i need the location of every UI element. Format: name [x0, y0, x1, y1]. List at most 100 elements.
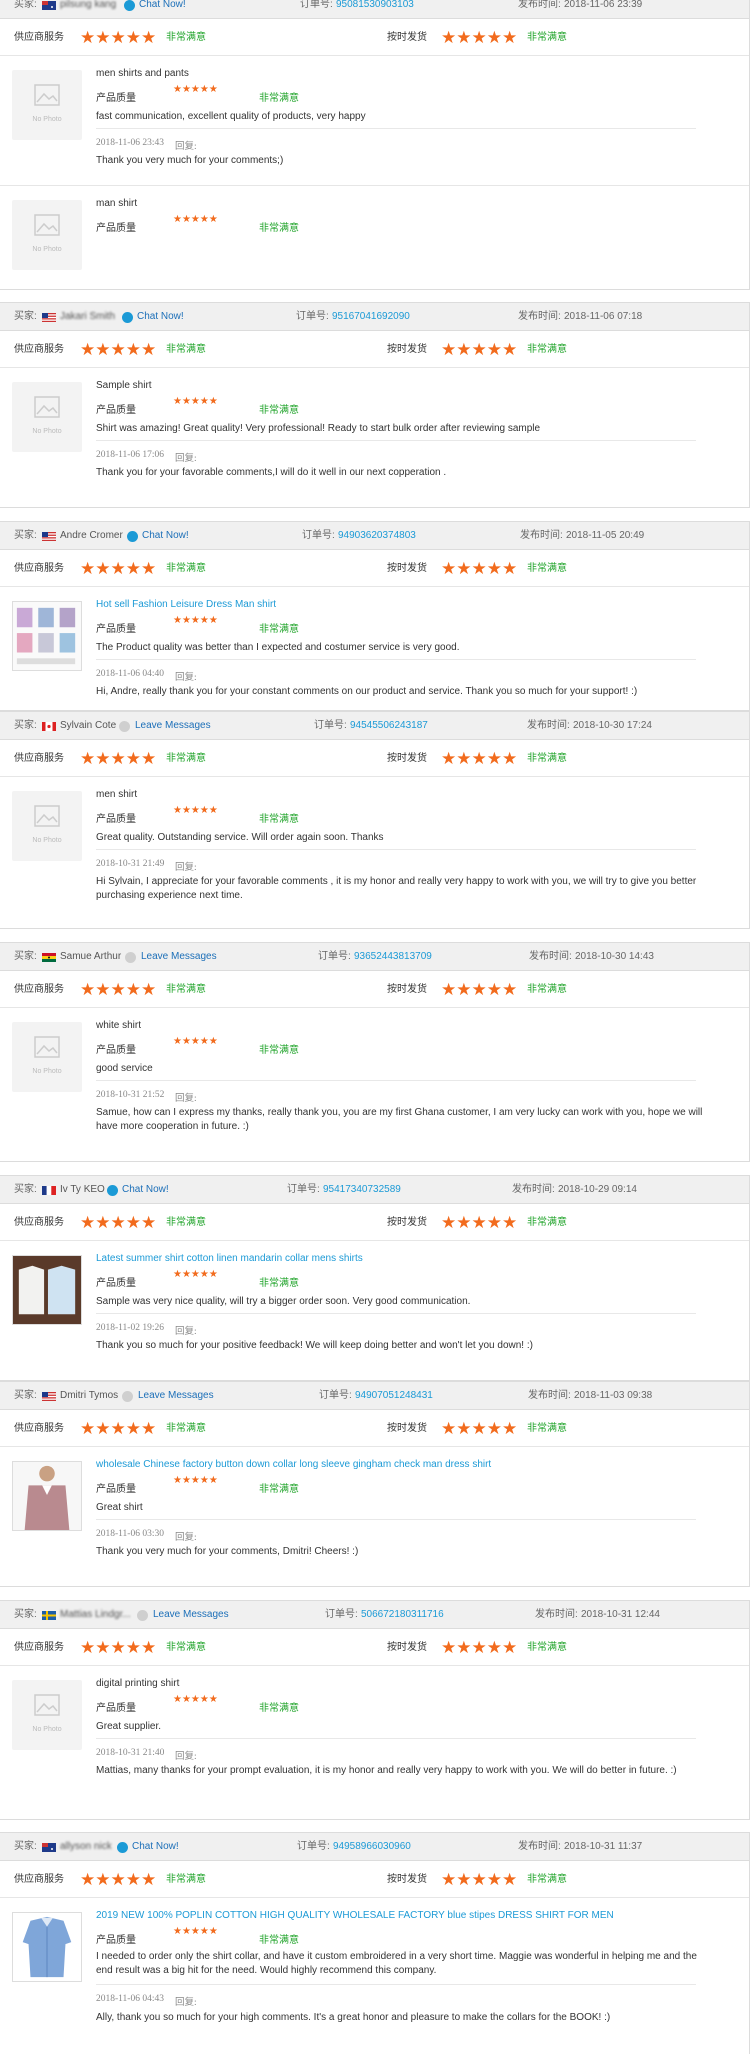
review-header: 买家: allyson nick Chat Now! 订单号: 94958966…	[0, 1833, 749, 1861]
star-rating: ★★★★★	[441, 340, 518, 359]
leave-message-icon[interactable]	[122, 1391, 133, 1402]
review-header: 买家: Dmitri Tymos Leave Messages 订单号: 949…	[0, 1382, 749, 1410]
buyer-comment: Great quality. Outstanding service. Will…	[96, 832, 384, 843]
buyer-comment: good service	[96, 1063, 153, 1074]
satisfaction-text: 非常满意	[166, 563, 206, 574]
order-label: 订单号:	[287, 1184, 320, 1195]
leave-messages-link[interactable]: Leave Messages	[153, 1601, 229, 1629]
chat-icon[interactable]	[117, 1842, 128, 1853]
product-feedback: wholesale Chinese factory button down co…	[0, 1447, 749, 1587]
posted-label: 发布时间:	[529, 951, 572, 962]
star-rating: ★★★★★	[80, 1638, 157, 1657]
product-thumbnail[interactable]: No Photo	[12, 1680, 82, 1750]
buyer-name[interactable]: allyson nick	[60, 1833, 112, 1861]
buyer-comment: Great supplier.	[96, 1721, 162, 1732]
product-title-link[interactable]: wholesale Chinese factory button down co…	[96, 1459, 491, 1470]
product-title-link[interactable]: Hot sell Fashion Leisure Dress Man shirt	[96, 599, 276, 610]
order-number-link[interactable]: 50667218031171​6	[361, 1601, 444, 1629]
reply-date: 2018-10-31 21:49	[96, 859, 165, 869]
order-label: 订单号:	[297, 1841, 330, 1852]
on-time-label: 按时发货	[387, 1423, 427, 1434]
order-number-link[interactable]: 95417340732589	[323, 1176, 401, 1204]
buyer-comment: The Product quality was better than I ex…	[96, 642, 460, 653]
posted-label: 发布时间:	[535, 1609, 578, 1620]
service-ratings: 供应商服务 ★★★★★ 非常满意 按时发货 ★★★★★ 非常满意	[0, 740, 749, 777]
on-time-label: 按时发货	[387, 1642, 427, 1653]
chat-now-link[interactable]: Chat Now!	[122, 1176, 169, 1204]
leave-message-icon[interactable]	[125, 952, 136, 963]
star-rating: ★★★★★	[173, 805, 218, 816]
product-thumbnail[interactable]: No Photo	[12, 382, 82, 452]
product-thumbnail[interactable]: No Photo	[12, 1022, 82, 1092]
seller-reply: Thank you very much for your comments;)	[96, 155, 284, 166]
product-thumbnail[interactable]: No Photo	[12, 70, 82, 140]
leave-messages-link[interactable]: Leave Messages	[141, 943, 217, 971]
leave-message-icon[interactable]	[137, 1610, 148, 1621]
buyer-name[interactable]: Mattias Lindgr...	[60, 1601, 131, 1629]
posted-date: 2018-10-31 12:44	[581, 1609, 660, 1620]
product-thumbnail[interactable]: No Photo	[12, 791, 82, 861]
buyer-label: 买家:	[14, 1390, 37, 1401]
satisfaction-text: 非常满意	[527, 344, 567, 355]
buyer-name[interactable]: pilsung kang	[60, 0, 116, 19]
quality-label: 产品质量	[96, 1484, 136, 1495]
service-ratings: 供应商服务 ★★★★★ 非常满意 按时发货 ★★★★★ 非常满意	[0, 1204, 749, 1241]
star-rating: ★★★★★	[80, 28, 157, 47]
product-image[interactable]	[12, 601, 82, 671]
chat-now-link[interactable]: Chat Now!	[139, 0, 186, 19]
order-number-link[interactable]: 95167041692090	[332, 303, 410, 331]
star-rating: ★★★★★	[441, 559, 518, 578]
reply-label: 回复:	[175, 1094, 197, 1104]
chat-icon[interactable]	[107, 1185, 118, 1196]
leave-message-icon[interactable]	[119, 721, 130, 732]
buyer-name[interactable]: Iv Ty KEO	[60, 1176, 105, 1204]
service-ratings: 供应商服务 ★★★★★ 非常满意 按时发货 ★★★★★ 非常满意	[0, 971, 749, 1008]
no-photo-text: No Photo	[32, 837, 62, 844]
product-title: Sample shirt	[96, 380, 152, 391]
satisfaction-text: 非常满意	[259, 405, 299, 416]
buyer-name[interactable]: Dmitri Tymos	[60, 1382, 118, 1410]
star-rating: ★★★★★	[173, 1475, 218, 1486]
flag-gh-icon	[42, 953, 56, 962]
product-image[interactable]	[12, 1255, 82, 1325]
reply-date: 2018-11-06 23:43	[96, 138, 164, 148]
chat-icon[interactable]	[124, 0, 135, 11]
product-image[interactable]	[12, 1461, 82, 1531]
order-number-link[interactable]: 94907051248431	[355, 1382, 433, 1410]
product-thumbnail[interactable]: No Photo	[12, 200, 82, 270]
leave-messages-link[interactable]: Leave Messages	[135, 712, 211, 740]
order-number-link[interactable]: 94545506243187	[350, 712, 428, 740]
chat-now-link[interactable]: Chat Now!	[142, 522, 189, 550]
seller-reply: Thank you very much for your comments, D…	[96, 1546, 359, 1557]
satisfaction-text: 非常满意	[166, 1642, 206, 1653]
chat-now-link[interactable]: Chat Now!	[137, 303, 184, 331]
flag-au-icon	[42, 1843, 56, 1852]
buyer-name[interactable]: Samue Arthur	[60, 943, 121, 971]
buyer-name[interactable]: Sylvain Cote	[60, 712, 116, 740]
chat-icon[interactable]	[127, 531, 138, 542]
product-image[interactable]	[12, 1912, 82, 1982]
buyer-name[interactable]: Andre Cromer	[60, 522, 123, 550]
order-number-link[interactable]: 94958966030960	[333, 1833, 411, 1861]
image-placeholder-icon	[34, 396, 60, 418]
product-title-link[interactable]: 2019 NEW 100% POPLIN COTTON HIGH QUALITY…	[96, 1910, 614, 1921]
flag-us-icon	[42, 1392, 56, 1401]
buyer-label: 买家:	[14, 1841, 37, 1852]
product-title-link[interactable]: Latest summer shirt cotton linen mandari…	[96, 1253, 363, 1264]
reply-label: 回复:	[175, 1533, 197, 1543]
satisfaction-text: 非常满意	[166, 1423, 206, 1434]
order-number-link[interactable]: 95081530903103	[336, 0, 414, 19]
buyer-name[interactable]: Jakari Smith	[60, 303, 115, 331]
chat-now-link[interactable]: Chat Now!	[132, 1833, 179, 1861]
image-placeholder-icon	[34, 214, 60, 236]
flag-us-icon	[42, 313, 56, 322]
feedback-list: { "labels": { "buyer": "买家:", "order": "…	[0, 0, 750, 2054]
flag-us-icon	[42, 532, 56, 541]
order-number-link[interactable]: 93652443813709	[354, 943, 432, 971]
satisfaction-text: 非常满意	[259, 223, 299, 234]
order-number-link[interactable]: 94903620374803	[338, 522, 416, 550]
star-rating: ★★★★★	[173, 84, 218, 95]
chat-icon[interactable]	[122, 312, 133, 323]
product-title: men shirts and pants	[96, 68, 189, 79]
leave-messages-link[interactable]: Leave Messages	[138, 1382, 214, 1410]
